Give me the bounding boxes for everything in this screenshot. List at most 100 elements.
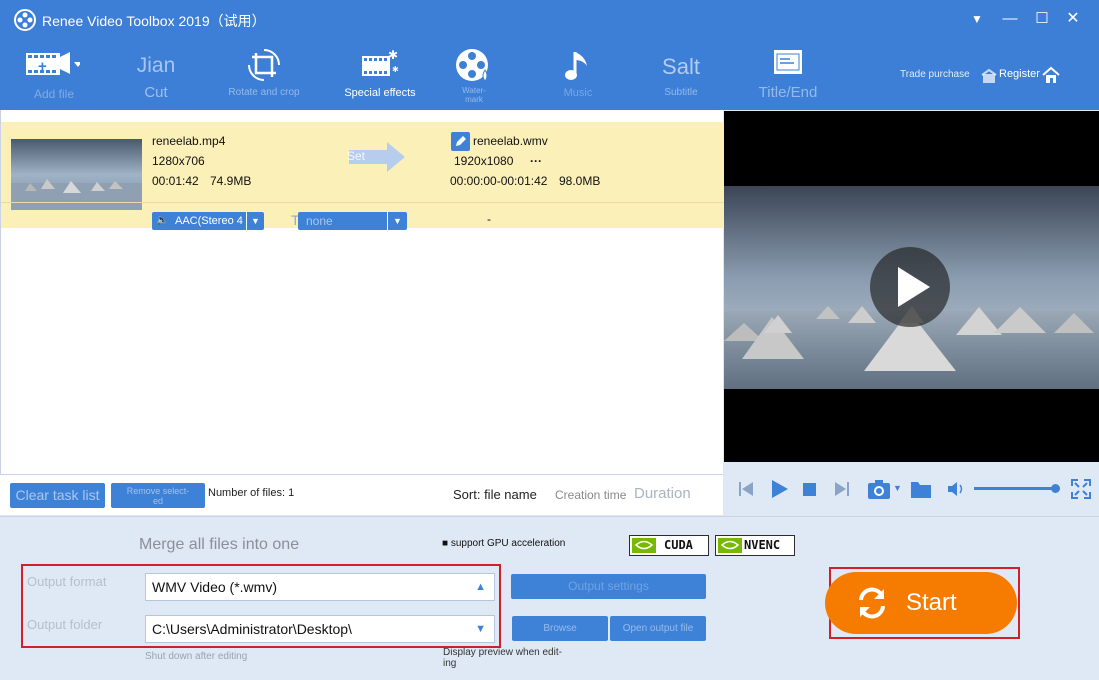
remove-selected-button[interactable]: Remove select- ed	[111, 483, 205, 508]
cuda-badge: CUDA	[629, 535, 709, 556]
output-folder-value: C:\Users\Administrator\Desktop\	[152, 621, 352, 637]
row-divider	[1, 202, 724, 203]
task-list-footer: Clear task list Remove select- ed Number…	[0, 474, 723, 515]
play-icon[interactable]	[769, 479, 789, 499]
volume-icon[interactable]	[947, 481, 965, 497]
audio-output-dash: -	[487, 212, 491, 226]
tool-label: Rotate and crop	[228, 87, 300, 98]
start-button[interactable]: Start	[825, 572, 1017, 634]
window-title: Renee Video Toolbox 2019（试用）	[42, 13, 266, 29]
fullscreen-icon[interactable]	[1071, 479, 1091, 499]
task-list: reneelab.mp4 1280x706 00:01:42 74.9MB Se…	[0, 110, 724, 474]
output-size: 98.0MB	[559, 174, 601, 188]
tool-label: Add file	[33, 87, 75, 101]
edit-output-name-button[interactable]	[451, 132, 470, 151]
output-folder-label: Output folder	[27, 617, 103, 632]
chevron-down-icon: ▼	[387, 212, 407, 230]
more-options-button[interactable]: ···	[530, 154, 542, 168]
watermark-button[interactable]: Water- mark	[445, 38, 503, 110]
home-icon[interactable]	[1041, 66, 1061, 84]
tool-big-text: Jian	[136, 54, 176, 77]
title-bar: Renee Video Toolbox 2019（试用） ▼ — ☐ ✕	[0, 0, 1099, 38]
pencil-icon	[456, 136, 466, 146]
refresh-icon	[859, 587, 885, 619]
source-filename: reneelab.mp4	[152, 134, 226, 148]
output-resolution: 1920x1080	[454, 154, 514, 168]
tool-label: Special effects	[344, 87, 416, 99]
chevron-down-icon: ▼	[475, 623, 486, 635]
audio-track-value: AAC(Stereo 4	[175, 215, 243, 227]
maximize-button[interactable]: ☐	[1031, 8, 1053, 30]
output-folder-input[interactable]: C:\Users\Administrator\Desktop\ ▼	[145, 615, 495, 643]
arrow-label: Set	[347, 149, 366, 163]
volume-slider-handle[interactable]	[1051, 484, 1060, 493]
open-output-file-button[interactable]: Open output file	[610, 616, 706, 641]
output-settings-arrow[interactable]: Set	[347, 140, 407, 174]
skip-forward-icon[interactable]	[834, 481, 850, 497]
browse-button[interactable]: Browse	[512, 616, 608, 641]
source-size: 74.9MB	[210, 174, 252, 188]
sort-by-creation-time[interactable]: Creation time	[555, 488, 626, 502]
app-logo-icon	[14, 9, 36, 31]
special-effects-button[interactable]: ✱ ✱ Special effects	[340, 38, 420, 110]
rotate-crop-button[interactable]: Rotate and crop	[222, 38, 306, 110]
source-duration: 00:01:42	[152, 174, 199, 188]
speaker-icon: 🔈	[156, 215, 169, 226]
video-thumbnail	[11, 139, 142, 210]
film-add-icon: +	[26, 52, 80, 75]
film-sparkle-icon: ✱ ✱	[362, 48, 399, 76]
register-link[interactable]: Register	[999, 68, 1040, 80]
output-format-select[interactable]: WMV Video (*.wmv) ▲	[145, 573, 495, 601]
output-filename: reneelab.wmv	[473, 134, 548, 148]
player-controls: ▼	[724, 462, 1099, 515]
gpu-acceleration-checkbox[interactable]: ■ support GPU acceleration	[442, 538, 565, 549]
sort-by-filename[interactable]: Sort: file name	[453, 487, 537, 502]
format-label: Output format	[27, 574, 107, 589]
sort-by-duration[interactable]: Duration	[634, 485, 691, 502]
rotate-crop-icon	[248, 49, 280, 81]
camera-icon[interactable]	[867, 478, 891, 500]
file-count: Number of files: 1	[208, 487, 295, 499]
register-user-icon	[981, 68, 997, 83]
trade-purchase-link[interactable]: Trade purchase	[900, 69, 970, 80]
volume-slider-track[interactable]	[974, 487, 1056, 490]
task-row[interactable]: reneelab.mp4 1280x706 00:01:42 74.9MB Se…	[1, 122, 724, 230]
skip-back-icon[interactable]	[738, 481, 754, 497]
svg-text:✱: ✱	[388, 48, 398, 62]
toolbar: + Add file Jian Cut Rotate and crop ✱ ✱ …	[0, 38, 1099, 110]
subtitle-button[interactable]: Salt Subtitle	[648, 38, 714, 110]
shutdown-after-editing-checkbox[interactable]: Shut down after editing	[145, 651, 247, 662]
video-preview[interactable]	[724, 111, 1099, 462]
output-time-range: 00:00:00-00:01:42	[450, 174, 548, 188]
cut-button[interactable]: Jian Cut	[118, 38, 194, 110]
tool-label: Cut	[144, 84, 168, 101]
chevron-up-icon: ▲	[475, 581, 486, 593]
tool-label: Water- mark	[462, 86, 486, 104]
title-end-button[interactable]: Title/End	[748, 38, 828, 110]
display-preview-checkbox[interactable]: Display preview when edit- ing	[443, 647, 562, 669]
minimize-button[interactable]: —	[999, 8, 1021, 30]
audio-track-select[interactable]: 🔈 AAC(Stereo 4 ▼	[152, 212, 264, 230]
close-button[interactable]: ✕	[1062, 8, 1084, 30]
settings-panel: Merge all files into one ■ support GPU a…	[0, 516, 1099, 680]
nvenc-label: NVENC	[744, 538, 781, 552]
output-settings-button[interactable]: Output settings	[511, 574, 706, 599]
chevron-down-icon: ▼	[246, 212, 264, 230]
music-note-icon	[565, 52, 587, 80]
music-button[interactable]: Music	[546, 38, 610, 110]
tool-label: Subtitle	[664, 87, 698, 98]
add-file-button[interactable]: + Add file	[14, 38, 94, 110]
output-format-value: WMV Video (*.wmv)	[152, 579, 277, 595]
svg-text:✱: ✱	[392, 65, 399, 74]
subtitle-track-select[interactable]: none ▼	[298, 212, 407, 230]
subtitle-track-value: none	[306, 214, 333, 228]
stop-icon[interactable]	[803, 483, 816, 496]
svg-text:+: +	[38, 58, 47, 75]
merge-files-checkbox[interactable]: Merge all files into one	[139, 536, 299, 554]
folder-icon[interactable]	[910, 479, 932, 499]
clear-task-list-button[interactable]: Clear task list	[10, 483, 105, 508]
film-reel-icon	[456, 49, 488, 82]
dropdown-menu-icon[interactable]: ▼	[966, 8, 988, 30]
chevron-down-icon[interactable]: ▼	[893, 483, 902, 493]
title-end-icon	[774, 50, 802, 74]
